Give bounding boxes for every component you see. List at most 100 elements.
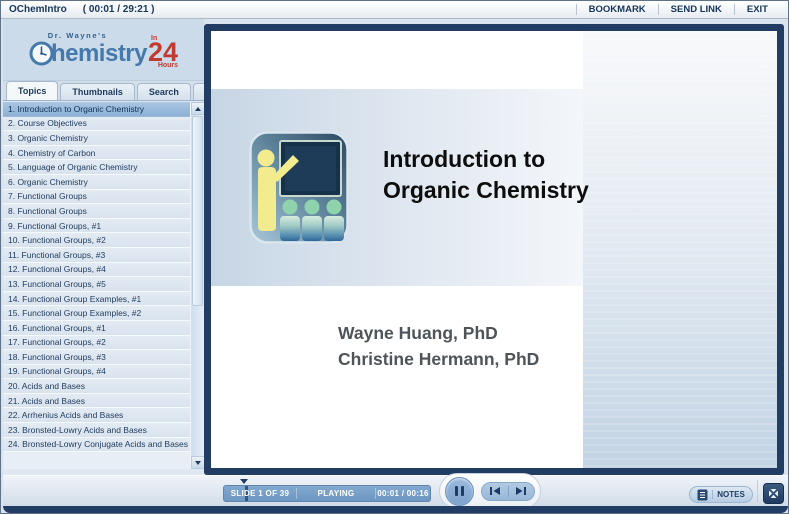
seek-handle[interactable] — [240, 479, 248, 484]
progress-info-bar[interactable]: SLIDE 1 OF 39 PLAYING 00:01 / 00:16 — [223, 485, 431, 502]
prev-next-group — [481, 481, 535, 501]
topic-label: 9. Functional Groups, #1 — [8, 220, 102, 231]
bookmark-button[interactable]: BOOKMARK — [577, 4, 658, 15]
topic-list-item[interactable]: 20. Acids and Bases — [3, 379, 190, 394]
topics-scrollbar[interactable] — [190, 102, 205, 469]
author-1: Wayne Huang, PhD — [338, 323, 498, 343]
topic-label: 10. Functional Groups, #2 — [8, 235, 106, 246]
presenter-icon — [249, 131, 349, 244]
scroll-up-icon — [195, 106, 201, 111]
topic-list-item[interactable]: 18. Functional Groups, #3 — [3, 350, 190, 365]
topic-label: 2. Course Objectives — [8, 118, 87, 129]
notes-icon — [697, 489, 708, 500]
topic-list-item[interactable]: 22. Arrhenius Acids and Bases — [3, 408, 190, 424]
logo-hours: Hours — [157, 61, 179, 69]
pause-button[interactable] — [445, 476, 474, 506]
slide-authors: Wayne Huang, PhD Christine Hermann, PhD — [338, 320, 539, 372]
pause-icon — [455, 486, 458, 496]
transport-controls — [439, 473, 541, 509]
playback-bar: SLIDE 1 OF 39 PLAYING 00:01 / 00:16 NOTE… — [3, 473, 788, 509]
topic-list-item[interactable]: 1. Introduction to Organic Chemistry — [3, 102, 190, 117]
topic-list-item[interactable]: 10. Functional Groups, #2 — [3, 233, 190, 248]
topic-list-item[interactable]: 17. Functional Groups, #2 — [3, 335, 190, 351]
topic-label: 15. Functional Group Examples, #2 — [8, 308, 142, 319]
window-bottom-edge — [3, 506, 788, 513]
playback-status: PLAYING — [317, 489, 355, 498]
topic-label: 17. Functional Groups, #2 — [8, 337, 106, 348]
topic-list-item[interactable]: 3. Organic Chemistry — [3, 131, 190, 146]
notes-label: NOTES — [717, 490, 745, 499]
topic-label: 16. Functional Groups, #1 — [8, 322, 106, 333]
topic-list-item[interactable]: 13. Functional Groups, #5 — [3, 277, 190, 292]
topic-list-item[interactable]: 24. Bronsted-Lowry Conjugate Acids and B… — [3, 437, 190, 453]
slide-right-gradient — [583, 31, 777, 468]
scroll-down-button[interactable] — [191, 456, 205, 469]
slide-title: Introduction to Organic Chemistry — [383, 144, 589, 206]
topic-label: 21. Acids and Bases — [8, 395, 86, 406]
topic-label: 23. Bronsted-Lowry Acids and Bases — [8, 424, 147, 435]
send-link-button[interactable]: SEND LINK — [659, 4, 734, 15]
author-2: Christine Hermann, PhD — [338, 349, 540, 369]
topic-label: 24. Bronsted-Lowry Conjugate Acids and B… — [8, 439, 189, 450]
topic-list-item[interactable]: 9. Functional Groups, #1 — [3, 218, 190, 234]
topic-label: 13. Functional Groups, #5 — [8, 278, 106, 289]
topic-label: 6. Organic Chemistry — [8, 176, 88, 187]
topic-list-item[interactable]: 11. Functional Groups, #3 — [3, 247, 190, 263]
logo: Dr. Wayne's hemistry In 24 Hours — [3, 19, 204, 81]
topic-list-item[interactable]: 5. Language of Organic Chemistry — [3, 160, 190, 175]
next-button[interactable] — [509, 483, 535, 500]
logo-24: 24 — [148, 36, 179, 67]
scroll-up-button[interactable] — [191, 102, 205, 115]
slide-title-line1: Introduction to — [383, 146, 546, 172]
topic-label: 22. Arrhenius Acids and Bases — [8, 410, 124, 421]
topic-list-item[interactable]: 21. Acids and Bases — [3, 393, 190, 409]
logo-word: hemistry — [50, 39, 148, 67]
topic-list-item[interactable]: 4. Chemistry of Carbon — [3, 145, 190, 161]
topic-label: 3. Organic Chemistry — [8, 132, 88, 143]
scroll-down-icon — [195, 460, 201, 465]
topic-list-item[interactable]: 6. Organic Chemistry — [3, 174, 190, 190]
tab-thumbnails[interactable]: Thumbnails — [60, 83, 135, 100]
sidebar-tabs: Topics Thumbnails Search Notes — [3, 81, 242, 101]
topic-label: 20. Acids and Bases — [8, 381, 86, 392]
topic-label: 18. Functional Groups, #3 — [8, 351, 106, 362]
topic-list-item[interactable]: 15. Functional Group Examples, #2 — [3, 306, 190, 321]
topic-label: 14. Functional Group Examples, #1 — [8, 293, 142, 304]
notes-button[interactable]: NOTES — [689, 486, 753, 503]
topic-list-item[interactable]: 8. Functional Groups — [3, 204, 190, 219]
previous-icon — [489, 487, 500, 495]
expand-icon — [769, 489, 778, 498]
topic-list-item[interactable]: 16. Functional Groups, #1 — [3, 320, 190, 336]
tab-search[interactable]: Search — [136, 83, 191, 100]
exit-button[interactable]: EXIT — [735, 4, 780, 15]
previous-button[interactable] — [482, 483, 508, 500]
topic-list-item[interactable]: 12. Functional Groups, #4 — [3, 262, 190, 278]
course-elapsed-time: ( 00:01 / 29:21 ) — [82, 4, 155, 15]
topic-list-item[interactable]: 19. Functional Groups, #4 — [3, 364, 190, 380]
topic-label: 7. Functional Groups — [8, 191, 87, 202]
player-window: OChemIntro ( 00:01 / 29:21 ) BOOKMARK SE… — [0, 0, 789, 514]
topics-list: 1. Introduction to Organic Chemistry 2. … — [3, 102, 190, 469]
topic-label: 12. Functional Groups, #4 — [8, 264, 106, 275]
tab-topics[interactable]: Topics — [6, 81, 59, 100]
pause-icon — [461, 486, 464, 496]
topic-label: 5. Language of Organic Chemistry — [8, 162, 138, 173]
scrollbar-thumb[interactable] — [192, 116, 203, 306]
topic-list-item[interactable]: 14. Functional Group Examples, #1 — [3, 291, 190, 307]
topic-list-item[interactable]: 7. Functional Groups — [3, 189, 190, 205]
slide-counter: SLIDE 1 OF 39 — [230, 489, 290, 498]
slide-time: 00:01 / 00:16 — [377, 489, 429, 498]
topic-list-item[interactable]: 23. Bronsted-Lowry Acids and Bases — [3, 423, 190, 438]
slide-title-line2: Organic Chemistry — [383, 177, 589, 203]
topic-list-item[interactable]: 2. Course Objectives — [3, 116, 190, 132]
sidebar: Dr. Wayne's hemistry In 24 Hours Topics … — [3, 19, 242, 506]
slide-player-frame: Introduction to Organic Chemistry Wayne … — [204, 24, 784, 475]
topic-label: 1. Introduction to Organic Chemistry — [8, 103, 145, 114]
topic-label: 19. Functional Groups, #4 — [8, 366, 106, 377]
topic-label: 8. Functional Groups — [8, 205, 87, 216]
topic-label: 11. Functional Groups, #3 — [8, 249, 106, 260]
window-title: OChemIntro — [9, 4, 67, 15]
slide-canvas: Introduction to Organic Chemistry Wayne … — [211, 31, 777, 468]
topic-label: 4. Chemistry of Carbon — [8, 147, 96, 158]
fullscreen-button[interactable] — [763, 483, 784, 504]
